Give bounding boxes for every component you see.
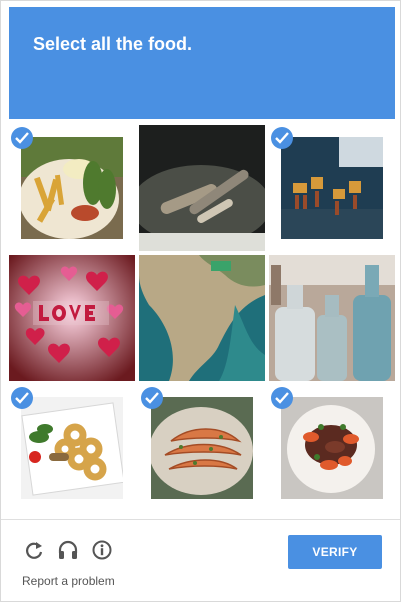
report-problem-link[interactable]: Report a problem [22, 574, 115, 588]
bottles-image [269, 255, 395, 381]
challenge-prompt: Select all the food. [33, 33, 192, 55]
hearts-image [9, 255, 135, 381]
selected-check-icon [271, 127, 293, 149]
tile-fries-plate[interactable] [9, 125, 135, 251]
fries-plate-image [21, 137, 123, 239]
tile-dish-plate[interactable] [269, 385, 395, 511]
tile-pens-dark[interactable] [139, 125, 265, 251]
image-grid [9, 125, 395, 511]
calamari-image [21, 397, 123, 499]
selected-check-icon [271, 387, 293, 409]
headphones-icon[interactable] [57, 539, 79, 561]
selected-check-icon [11, 127, 33, 149]
footer-divider [1, 519, 400, 520]
selected-check-icon [11, 387, 33, 409]
shrimp-image [151, 397, 253, 499]
reload-icon[interactable] [23, 539, 45, 561]
tile-love-hearts[interactable] [9, 255, 135, 381]
dish-image [281, 397, 383, 499]
info-icon[interactable] [91, 539, 113, 561]
tile-glass-bottles[interactable] [269, 255, 395, 381]
tile-mini-sculptures[interactable] [269, 125, 395, 251]
challenge-header: Select all the food. [9, 7, 395, 119]
tile-shrimp-plate[interactable] [139, 385, 265, 511]
pens-image [139, 125, 265, 251]
verify-button[interactable]: VERIFY [288, 535, 382, 569]
captcha-frame: Select all the food. VERIFY Report a pro… [0, 0, 401, 602]
prompt-suffix: . [187, 34, 193, 54]
sculptures-image [281, 137, 383, 239]
prompt-prefix: Select all the [33, 34, 149, 54]
tile-calamari-plate[interactable] [9, 385, 135, 511]
coast-image [139, 255, 265, 381]
selected-check-icon [141, 387, 163, 409]
prompt-keyword: food [148, 34, 188, 54]
tile-coast-aerial[interactable] [139, 255, 265, 381]
